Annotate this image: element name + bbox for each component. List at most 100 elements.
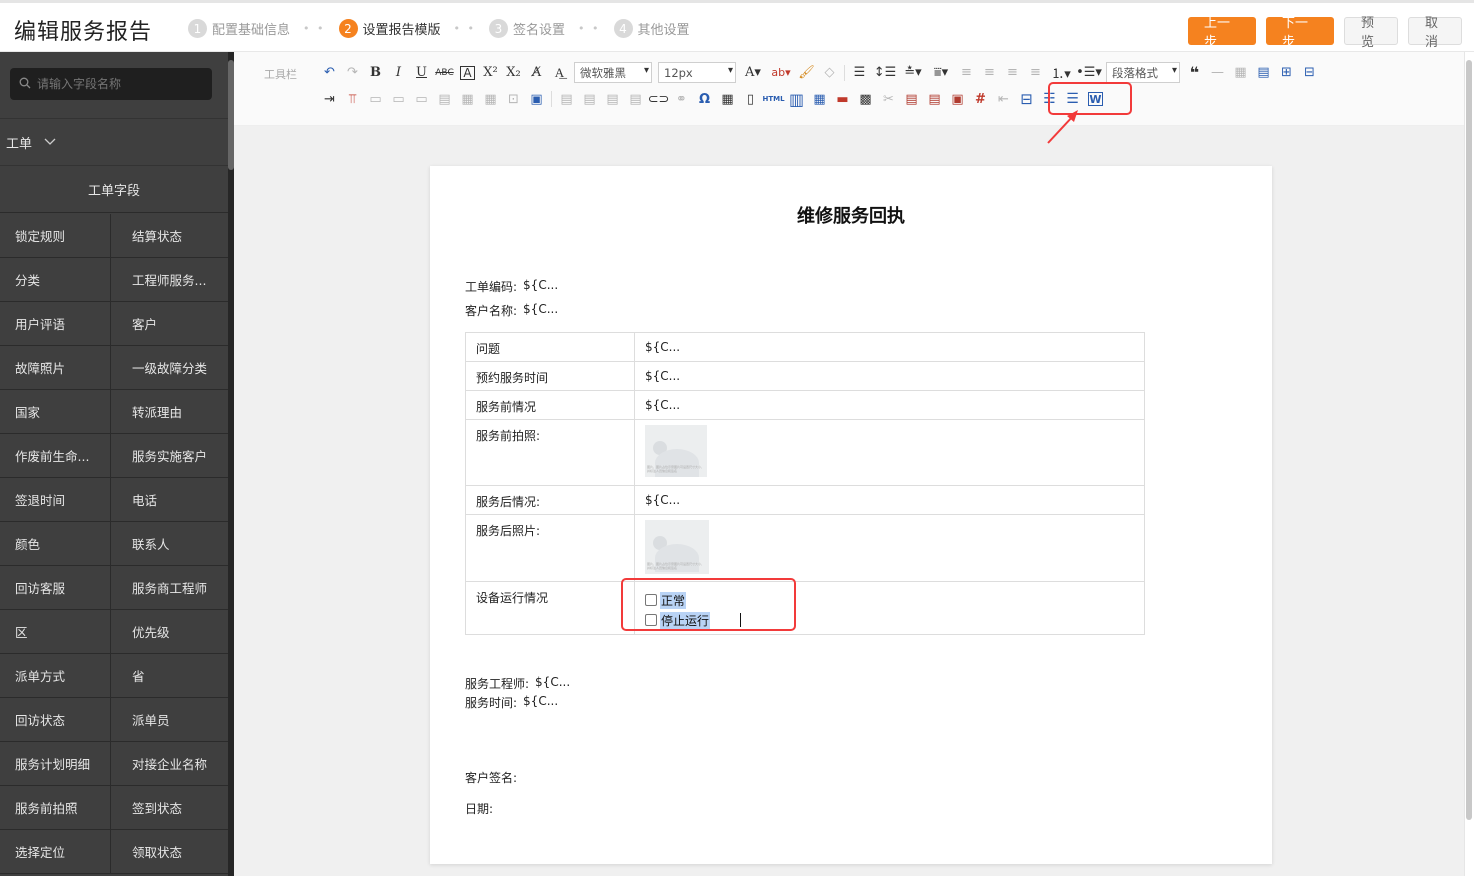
font-border-icon[interactable]: A [460,65,475,80]
insert-column-icon[interactable]: ⊟ [1298,63,1321,83]
image-left-icon[interactable]: ▤ [555,89,578,109]
table-icon[interactable]: ▦ [1229,63,1252,83]
preview-button[interactable]: 预览 [1344,16,1398,50]
underline-icon[interactable]: U [410,63,433,83]
barcode-icon[interactable]: ▥ [785,89,808,109]
horizontal-rule-icon[interactable]: — [1206,63,1229,83]
undo-icon[interactable]: ↶ [318,63,341,83]
page-icon[interactable]: ▯ [739,89,762,109]
format-painter-icon[interactable]: A͟ [548,63,571,83]
report-table[interactable]: 问题 ${C... 预约服务时间 ${C... 服务前情况 ${C... 服务前… [465,332,1145,635]
cancel-button[interactable]: 取消 [1408,16,1462,50]
table-props-icon[interactable]: ⊡ [502,89,525,109]
date-line[interactable]: 日期: [465,800,493,817]
align-left-icon[interactable]: ≡ [955,63,978,83]
field-item[interactable]: 服务实施客户 [111,434,228,477]
table-row[interactable]: 问题 ${C... [465,332,1145,362]
superscript-icon[interactable]: X² [479,63,502,83]
field-item[interactable]: 派单方式 [0,654,111,697]
engineer-line[interactable]: 服务工程师: ${C... [465,675,570,692]
image-center-icon[interactable]: ▤ [601,89,624,109]
customer-sign-line[interactable]: 客户签名: [465,769,517,786]
subscript-icon[interactable]: X₂ [502,63,525,83]
paragraph-spacing-icon[interactable]: ≛▾ [899,63,927,83]
step-3[interactable]: 3 签名设置 [489,19,565,38]
document-title[interactable]: 维修服务回执 [430,202,1272,228]
field-item[interactable]: 作废前生命... [0,434,111,477]
indent-icon[interactable]: ☰ [848,63,871,83]
spellcheck-icon[interactable]: ab▾ [767,63,795,83]
strikethrough-icon[interactable]: ABC [433,63,456,83]
field-item[interactable]: 电话 [111,478,228,521]
grid-icon[interactable]: ▦ [808,89,831,109]
merge-right-icon[interactable]: ▤ [433,89,456,109]
hash-icon[interactable]: # [969,89,992,109]
redo-icon[interactable]: ↷ [341,63,364,83]
align-center-icon[interactable]: ≡ [978,63,1001,83]
step-2[interactable]: 2 设置报告模版 [338,19,441,38]
step-4[interactable]: 4 其他设置 [613,19,690,38]
link-icon[interactable]: ⊂⊃ [647,89,670,109]
row-value[interactable]: ${C... [634,361,1145,391]
order-code-line[interactable]: 工单编码: ${C... [465,278,558,295]
special-char-icon[interactable]: Ω [693,89,716,109]
field-item[interactable]: 服务商工程师 [111,566,228,609]
align-justify-icon[interactable]: ≡ [1024,63,1047,83]
align-right-icon[interactable]: ≡ [1001,63,1024,83]
brush-icon[interactable]: 🖌 [795,63,818,83]
merge-down-icon[interactable]: ▦ [456,89,479,109]
insert-para-icon[interactable]: ⇥ [318,89,341,109]
step-1[interactable]: 1 配置基础信息 [188,19,290,38]
prev-step-button[interactable]: 上一步 [1188,16,1256,50]
customer-name-line[interactable]: 客户名称: ${C... [465,302,558,319]
field-item[interactable]: 用户评语 [0,302,111,345]
row-value[interactable]: ${C... [634,485,1145,515]
table-row[interactable]: 服务前情况 ${C... [465,390,1145,420]
search-input[interactable] [37,77,197,91]
image-placeholder[interactable]: 图片，图片占位示意图片可设置尺寸大小，并标注人员信息和签名 [645,520,709,574]
field-search[interactable] [10,68,212,100]
field-item[interactable]: 转派理由 [111,390,228,433]
field-item[interactable]: 结算状态 [111,214,228,257]
service-time-line[interactable]: 服务时间: ${C... [465,694,558,711]
field-item[interactable]: 签到状态 [111,786,228,829]
field-item[interactable]: 选择定位 [0,830,111,873]
checkbox-group-icon[interactable]: ⊟ [1015,89,1038,109]
eraser-icon[interactable]: ◇ [818,63,841,83]
template-icon[interactable]: ▤ [923,89,946,109]
ordered-list-icon[interactable]: ⒈▾ [1047,63,1075,83]
html-icon[interactable]: HTML [762,89,785,109]
editor-scroll-thumb[interactable] [1466,60,1472,820]
clear-format-icon[interactable]: A̸ [525,63,548,83]
field-item[interactable]: 客户 [111,302,228,345]
unordered-list-icon[interactable]: •☰▾ [1075,63,1103,83]
table-row[interactable]: 服务前拍照: 图片，图片占位示意图片可设置尺寸大小，并标注人员信息和签名 [465,419,1145,486]
field-item[interactable]: 服务计划明细 [0,742,111,785]
field-item[interactable]: 回访客服 [0,566,111,609]
field-item[interactable]: 优先级 [111,610,228,653]
print-icon[interactable]: ▣ [946,89,969,109]
table-row[interactable]: 服务后情况: ${C... [465,485,1145,515]
font-family-select[interactable]: 微软雅黑 [574,62,652,83]
field-item[interactable]: 分类 [0,258,111,301]
next-step-button[interactable]: 下一步 [1266,16,1334,50]
row-value[interactable]: 图片，图片占位示意图片可设置尺寸大小，并标注人员信息和签名 [634,419,1145,486]
field-item[interactable]: 联系人 [111,522,228,565]
bold-icon[interactable]: B [364,63,387,83]
row-value[interactable]: ${C... [634,390,1145,420]
font-size-select[interactable]: 12px [658,62,736,83]
field-item[interactable]: 签退时间 [0,478,111,521]
field-item[interactable]: 区 [0,610,111,653]
image-placeholder[interactable]: 图片，图片占位示意图片可设置尺寸大小，并标注人员信息和签名 [645,425,707,477]
table-row[interactable]: 设备运行情况 正常 停止运行 [465,581,1145,635]
font-color-icon[interactable]: A▾ [739,63,767,83]
field-item[interactable]: 国家 [0,390,111,433]
table-row[interactable]: 服务后照片: 图片，图片占位示意图片可设置尺寸大小，并标注人员信息和签名 [465,514,1145,582]
unlink-icon[interactable]: ⚭ [670,89,693,109]
field-item[interactable]: 派单员 [111,698,228,741]
delete-col-icon[interactable]: ▭ [387,89,410,109]
field-item[interactable]: 锁定规则 [0,214,111,257]
image-right-icon[interactable]: ▤ [624,89,647,109]
field-item[interactable]: 故障照片 [0,346,111,389]
blockquote-icon[interactable]: ❝ [1183,63,1206,83]
